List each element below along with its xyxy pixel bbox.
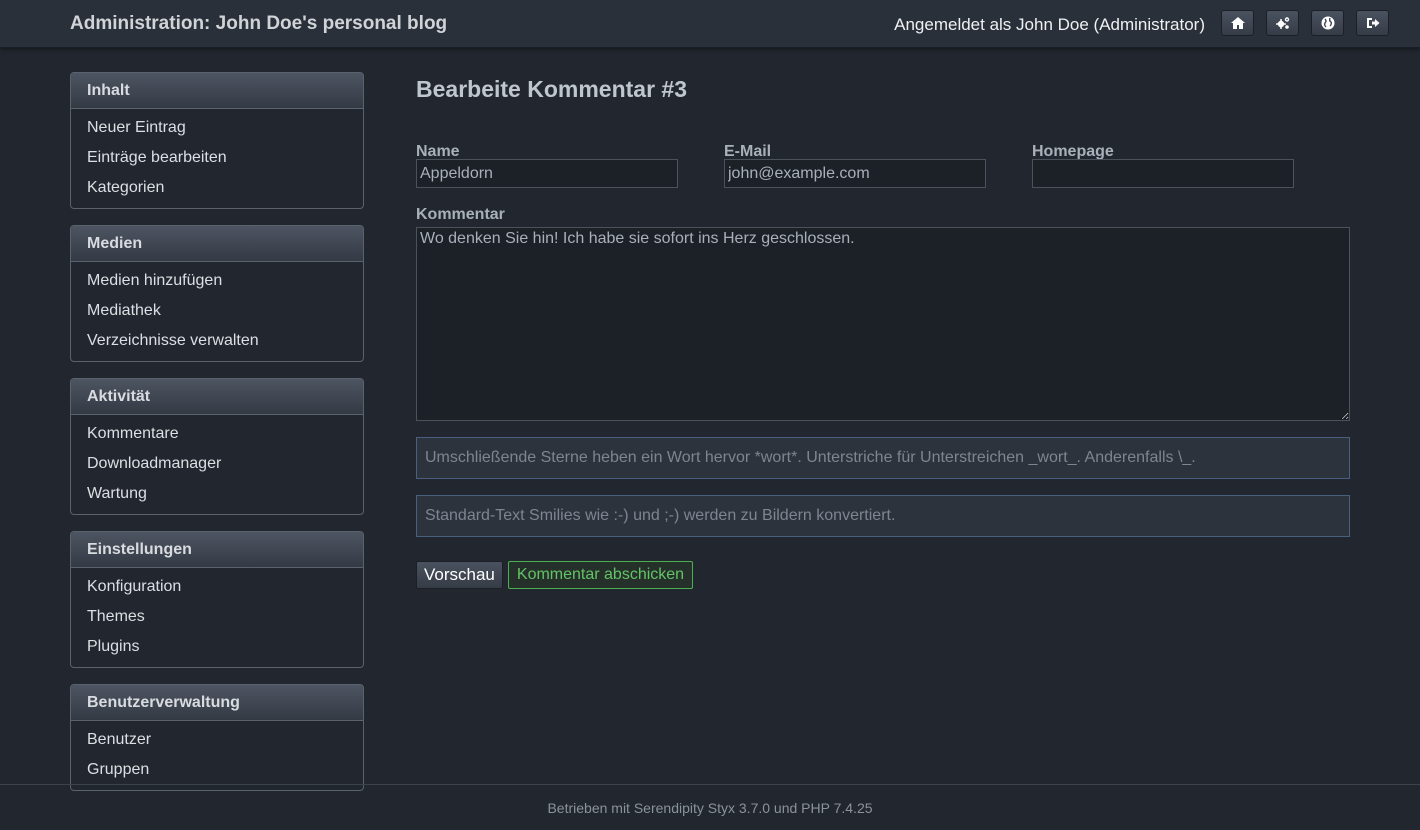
sidebar-item-comments[interactable]: Kommentare <box>71 420 363 450</box>
sidebar-section-media: Medien Medien hinzufügen Mediathek Verze… <box>70 225 364 362</box>
comment-textarea[interactable]: Wo denken Sie hin! Ich habe sie sofort i… <box>416 227 1350 421</box>
sidebar-section-activity: Aktivität Kommentare Downloadmanager War… <box>70 378 364 515</box>
main-content: Bearbeite Kommentar #3 Name E-Mail Homep… <box>416 76 1350 589</box>
sidebar-item-categories[interactable]: Kategorien <box>71 174 363 204</box>
markup-hint: Umschließende Sterne heben ein Wort herv… <box>416 437 1350 479</box>
logout-icon <box>1366 18 1379 28</box>
sidebar-heading: Benutzerverwaltung <box>71 685 363 721</box>
logout-button[interactable] <box>1356 10 1389 36</box>
header-actions <box>1221 10 1389 36</box>
sidebar-item-users[interactable]: Benutzer <box>71 726 363 756</box>
name-input[interactable] <box>416 159 678 188</box>
settings-icon <box>1275 17 1289 29</box>
page-title: Bearbeite Kommentar #3 <box>416 76 687 102</box>
sidebar-item-edit-entries[interactable]: Einträge bearbeiten <box>71 144 363 174</box>
form-actions: Vorschau Kommentar abschicken <box>416 561 694 589</box>
sidebar-item-download-manager[interactable]: Downloadmanager <box>71 450 363 480</box>
sidebar-item-manage-directories[interactable]: Verzeichnisse verwalten <box>71 327 363 357</box>
app-title: Administration: John Doe's personal blog <box>70 13 448 34</box>
homepage-field-group: Homepage <box>1032 143 1294 188</box>
smilies-hint: Standard-Text Smilies wie :-) und ;-) we… <box>416 495 1350 537</box>
settings-button[interactable] <box>1266 10 1299 36</box>
view-blog-button[interactable] <box>1311 10 1344 36</box>
sidebar-item-configuration[interactable]: Konfiguration <box>71 573 363 603</box>
sidebar-section-settings: Einstellungen Konfiguration Themes Plugi… <box>70 531 364 668</box>
email-field-group: E-Mail <box>724 143 986 188</box>
sidebar-heading: Aktivität <box>71 379 363 415</box>
sidebar-heading: Medien <box>71 226 363 262</box>
home-icon <box>1230 17 1245 29</box>
logged-in-user: Angemeldet als John Doe (Administrator) <box>894 15 1205 34</box>
footer: Betrieben mit Serendipity Styx 3.7.0 und… <box>0 784 1420 830</box>
sidebar-item-themes[interactable]: Themes <box>71 603 363 633</box>
preview-button[interactable]: Vorschau <box>416 561 503 589</box>
sidebar-item-add-media[interactable]: Medien hinzufügen <box>71 267 363 297</box>
globe-icon <box>1321 16 1334 30</box>
name-field-group: Name <box>416 143 678 188</box>
submit-comment-button[interactable]: Kommentar abschicken <box>507 561 694 589</box>
sidebar-item-media-library[interactable]: Mediathek <box>71 297 363 327</box>
homepage-input[interactable] <box>1032 159 1294 188</box>
sidebar-heading: Einstellungen <box>71 532 363 568</box>
comment-label: Kommentar <box>416 206 505 223</box>
home-button[interactable] <box>1221 10 1254 36</box>
sidebar-heading: Inhalt <box>71 73 363 109</box>
sidebar-section-content: Inhalt Neuer Eintrag Einträge bearbeiten… <box>70 72 364 209</box>
email-input[interactable] <box>724 159 986 188</box>
sidebar-item-new-entry[interactable]: Neuer Eintrag <box>71 114 363 144</box>
sidebar: Inhalt Neuer Eintrag Einträge bearbeiten… <box>70 72 364 807</box>
sidebar-section-user-management: Benutzerverwaltung Benutzer Gruppen <box>70 684 364 791</box>
sidebar-item-groups[interactable]: Gruppen <box>71 756 363 786</box>
sidebar-item-plugins[interactable]: Plugins <box>71 633 363 663</box>
top-bar: Administration: John Doe's personal blog… <box>0 0 1420 48</box>
sidebar-item-maintenance[interactable]: Wartung <box>71 480 363 510</box>
